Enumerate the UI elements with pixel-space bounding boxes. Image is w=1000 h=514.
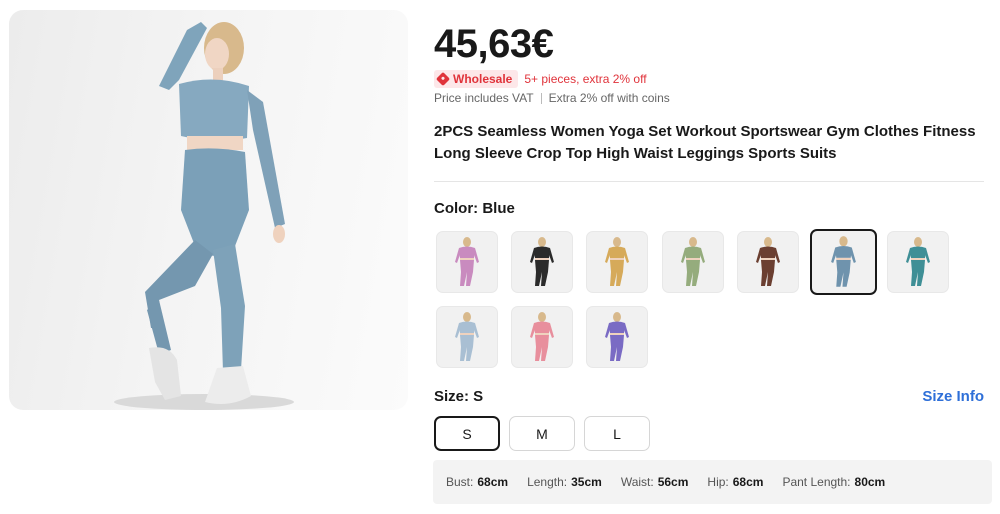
- measurement-label: Pant Length:: [782, 475, 851, 489]
- wholesale-badge: Wholesale: [434, 70, 519, 88]
- measurement-waist: Waist: 56cm: [621, 475, 689, 489]
- measurement-bust: Bust: 68cm: [446, 475, 508, 489]
- color-swatch-brown[interactable]: [737, 231, 799, 293]
- color-swatch-sage-green[interactable]: [662, 231, 724, 293]
- swatch-thumbnail: [455, 237, 479, 286]
- price: 45,63€: [434, 22, 554, 66]
- vat-row: Price includes VAT Extra 2% off with coi…: [434, 90, 670, 106]
- color-swatch-blue[interactable]: [810, 229, 877, 295]
- swatch-thumbnail: [831, 236, 856, 287]
- vat-text: Price includes VAT: [434, 91, 534, 105]
- swatch-thumbnail: [681, 237, 705, 286]
- color-swatch-coral-pink[interactable]: [511, 306, 573, 368]
- coins-text: Extra 2% off with coins: [548, 91, 670, 105]
- swatch-thumbnail: [455, 312, 479, 361]
- color-label: Color: Blue: [434, 200, 515, 217]
- wholesale-row: Wholesale 5+ pieces, extra 2% off: [434, 70, 647, 88]
- swatch-thumbnail: [605, 312, 629, 361]
- measurement-label: Hip:: [707, 475, 729, 489]
- measurement-value: 56cm: [657, 475, 689, 489]
- tag-icon: [435, 71, 451, 87]
- main-product-image[interactable]: [9, 10, 408, 410]
- size-option-m[interactable]: M: [509, 416, 575, 451]
- measurement-length: Length: 35cm: [527, 475, 602, 489]
- size-measurements: Bust: 68cm Length: 35cm Waist: 56cm Hip: 68c…: [433, 460, 992, 504]
- color-swatch-mustard[interactable]: [586, 231, 648, 293]
- product-title: 2PCS Seamless Women Yoga Set Workout Spo…: [434, 123, 976, 162]
- measurement-pant-length: Pant Length: 80cm: [782, 475, 885, 489]
- measurement-label: Length:: [527, 475, 568, 489]
- swatch-thumbnail: [605, 237, 629, 286]
- measurement-label: Bust:: [446, 475, 474, 489]
- measurement-value: 68cm: [477, 475, 509, 489]
- wholesale-discount-text: 5+ pieces, extra 2% off: [524, 72, 647, 86]
- color-swatch-purple[interactable]: [586, 306, 648, 368]
- measurement-value: 35cm: [571, 475, 602, 489]
- swatch-thumbnail: [530, 237, 554, 286]
- swatch-thumbnail: [530, 312, 554, 361]
- color-swatch-light-blue[interactable]: [436, 306, 498, 368]
- measurement-value: 80cm: [854, 475, 886, 489]
- color-swatch-pink[interactable]: [436, 231, 498, 293]
- size-option-l[interactable]: L: [584, 416, 650, 451]
- model-photo: [114, 22, 294, 410]
- color-swatch-teal[interactable]: [887, 231, 949, 293]
- swatch-thumbnail: [756, 237, 780, 286]
- separator: [540, 92, 542, 104]
- size-label: Size: S: [434, 388, 484, 405]
- measurement-hip: Hip: 68cm: [707, 475, 763, 489]
- measurement-label: Waist:: [620, 475, 654, 489]
- measurement-value: 68cm: [732, 475, 764, 489]
- wholesale-badge-label: Wholesale: [453, 72, 513, 86]
- divider: [434, 181, 984, 182]
- swatch-thumbnail: [906, 237, 930, 286]
- size-option-s[interactable]: S: [434, 416, 500, 451]
- size-info-link[interactable]: Size Info: [922, 388, 984, 405]
- color-swatch-black[interactable]: [511, 231, 573, 293]
